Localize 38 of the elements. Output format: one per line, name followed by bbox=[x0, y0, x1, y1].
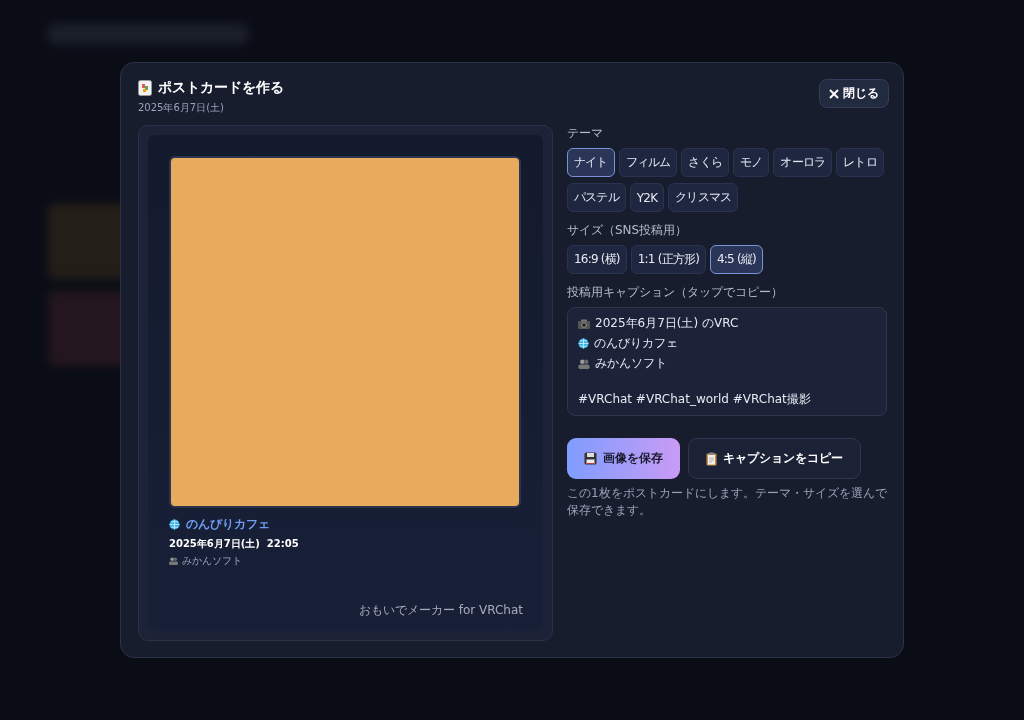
theme-option[interactable]: フィルム bbox=[618, 148, 678, 177]
theme-option[interactable]: オーロラ bbox=[773, 148, 833, 177]
people-icon bbox=[578, 358, 590, 369]
postcard-icon bbox=[138, 80, 152, 96]
clipboard-icon bbox=[706, 451, 717, 466]
globe-icon bbox=[578, 338, 589, 349]
theme-option[interactable]: モノ bbox=[733, 148, 770, 177]
theme-option[interactable]: Y2K bbox=[629, 183, 665, 212]
camera-icon bbox=[578, 318, 590, 329]
globe-icon bbox=[169, 519, 180, 530]
photo-datetime: 2025年6月7日(土) 22:05 bbox=[169, 537, 300, 551]
copy-caption-button[interactable]: キャプションをコピー bbox=[688, 438, 861, 479]
world-name: のんびりカフェ bbox=[186, 516, 270, 533]
close-button[interactable]: 閉じる bbox=[819, 79, 889, 108]
close-icon bbox=[829, 88, 839, 99]
people-icon bbox=[169, 557, 178, 565]
theme-option[interactable]: さくら bbox=[681, 148, 730, 177]
caption-line: のんびりカフェ bbox=[594, 335, 678, 352]
hint-text: この1枚をポストカードにします。テーマ・サイズを選んで保存できます。 bbox=[567, 485, 887, 519]
caption-line: みかんソフト bbox=[595, 355, 667, 372]
author-name: みかんソフト bbox=[182, 554, 242, 568]
dialog-title: ポストカードを作る bbox=[158, 79, 284, 97]
dialog-date: 2025年6月7日(土) bbox=[138, 101, 225, 115]
theme-option[interactable]: ナイト bbox=[567, 148, 615, 177]
theme-option[interactable]: クリスマス bbox=[668, 183, 739, 212]
caption-line: #VRChat #VRChat_world #VRChat撮影 bbox=[578, 391, 811, 408]
caption-line: 2025年6月7日(土) のVRC bbox=[595, 315, 739, 332]
size-option[interactable]: 1:1 (正方形) bbox=[630, 245, 707, 274]
size-option[interactable]: 4:5 (縦) bbox=[710, 245, 763, 274]
caption-label: 投稿用キャプション（タップでコピー） bbox=[567, 284, 783, 301]
theme-label: テーマ bbox=[567, 125, 603, 142]
theme-option[interactable]: パステル bbox=[567, 183, 626, 212]
app-credit: おもいでメーカー for VRChat bbox=[358, 602, 523, 619]
theme-option[interactable]: レトロ bbox=[836, 148, 884, 177]
save-image-button[interactable]: 画像を保存 bbox=[567, 438, 680, 479]
size-option[interactable]: 16:9 (横) bbox=[567, 245, 627, 274]
caption-field[interactable]: 2025年6月7日(土) のVRC のんびりカフェ みかんソフト #VRChat #VRChat_world #VRChat撮影 bbox=[567, 307, 887, 416]
size-label: サイズ（SNS投稿用） bbox=[567, 222, 688, 239]
